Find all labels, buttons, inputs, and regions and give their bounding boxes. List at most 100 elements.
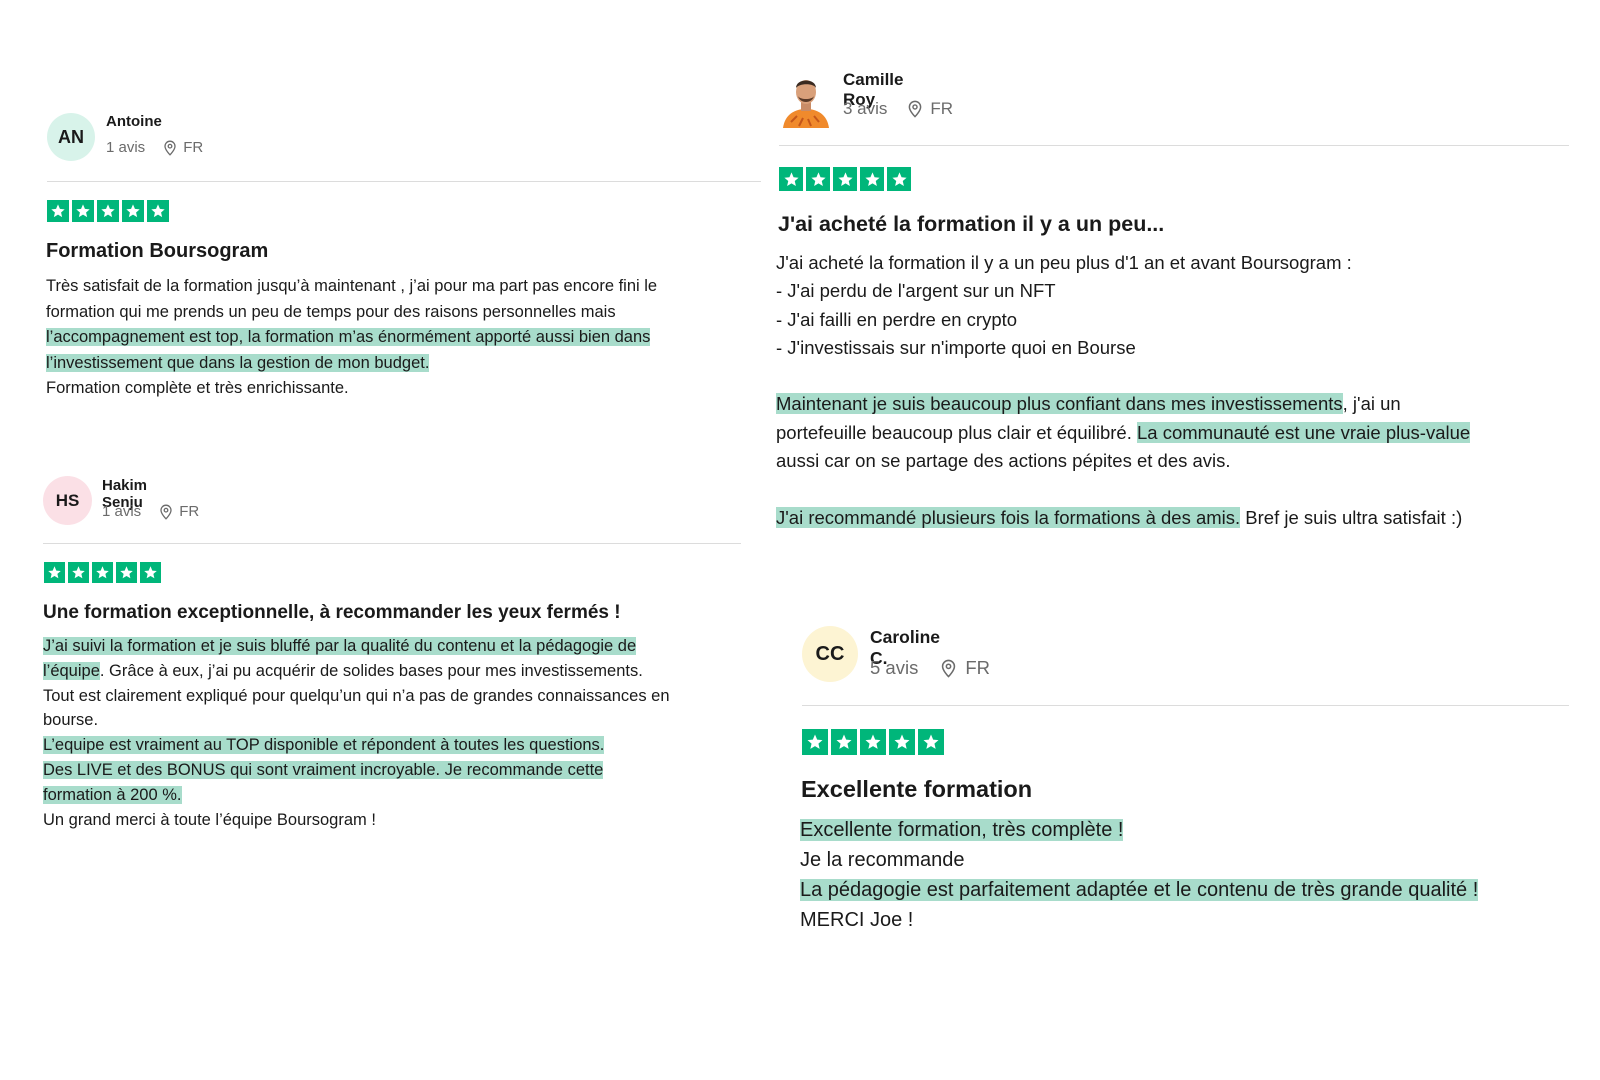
review-body: Très satisfait de la formation jusqu’à m… bbox=[46, 274, 657, 402]
review-text: Formation complète et très enrichissante… bbox=[46, 379, 349, 397]
star-icon bbox=[97, 200, 119, 222]
review-text: Je la recommande bbox=[800, 849, 965, 871]
review-text-line: MERCI Joe ! bbox=[800, 905, 1478, 935]
star-icon bbox=[92, 562, 113, 583]
review-text: Un grand merci à toute l’équipe Boursogr… bbox=[43, 810, 376, 829]
reviewer-country: FR bbox=[183, 139, 204, 156]
avatar: CC bbox=[802, 626, 858, 682]
review-text: bourse. bbox=[43, 711, 99, 730]
reviewer-country: FR bbox=[965, 657, 990, 678]
review-body: J'ai acheté la formation il y a un peu p… bbox=[776, 249, 1471, 532]
avatar: AN bbox=[47, 113, 95, 161]
reviewer-name[interactable]: Antoine bbox=[106, 113, 162, 130]
star-icon bbox=[68, 562, 89, 583]
star-icon bbox=[887, 167, 911, 191]
highlighted-text: Des LIVE et des BONUS qui sont vraiment … bbox=[43, 760, 604, 779]
star-rating bbox=[802, 729, 944, 755]
review-text-line: Des LIVE et des BONUS qui sont vraiment … bbox=[43, 758, 670, 783]
review-count: 5 avis bbox=[870, 657, 919, 678]
review-title[interactable]: Excellente formation bbox=[801, 776, 1032, 803]
review-text-line: J’ai suivi la formation et je suis bluff… bbox=[43, 634, 670, 659]
star-icon bbox=[72, 200, 94, 222]
review-text-line: La pédagogie est parfaitement adaptée et… bbox=[800, 875, 1479, 905]
review-count: 3 avis bbox=[843, 99, 888, 118]
map-pin-icon bbox=[940, 659, 957, 678]
reviewer-meta: 5 avis FR bbox=[870, 657, 990, 679]
avatar bbox=[779, 70, 833, 128]
divider bbox=[802, 705, 1569, 706]
reviewer-meta: 1 avis FR bbox=[106, 139, 203, 156]
map-pin-icon bbox=[907, 100, 923, 118]
star-icon bbox=[147, 200, 169, 222]
review-text-line: L’equipe est vraiment au TOP disponible … bbox=[43, 733, 670, 758]
highlighted-text: l’accompagnement est top, la formation m… bbox=[46, 328, 651, 346]
star-icon bbox=[47, 200, 69, 222]
review-text: , j'ai un bbox=[1342, 393, 1401, 415]
review-text: . Grâce à eux, j’ai pu acquérir de solid… bbox=[99, 661, 643, 680]
review-text-line: - J'ai perdu de l'argent sur un NFT bbox=[776, 277, 1470, 305]
review-body: Excellente formation, très complète ! Je … bbox=[800, 815, 1479, 935]
reviewer-meta: 1 avis FR bbox=[102, 503, 199, 520]
highlighted-text: La communauté est une vraie plus-value bbox=[1136, 421, 1471, 443]
review-text-line: Un grand merci à toute l’équipe Boursogr… bbox=[43, 808, 670, 833]
review-text-line: J'ai acheté la formation il y a un peu p… bbox=[776, 249, 1470, 277]
star-icon bbox=[833, 167, 857, 191]
review-text-line: Maintenant je suis beaucoup plus confian… bbox=[776, 390, 1470, 418]
review-text: aussi car on se partage des actions pépi… bbox=[776, 450, 1231, 472]
highlighted-text: formation à 200 %. bbox=[43, 785, 182, 804]
map-pin-icon bbox=[159, 504, 173, 520]
review-text: MERCI Joe ! bbox=[800, 909, 914, 931]
review-text: Tout est clairement expliqué pour quelqu… bbox=[43, 686, 670, 705]
star-icon bbox=[116, 562, 137, 583]
highlighted-text: J’ai suivi la formation et je suis bluff… bbox=[43, 637, 637, 655]
avatar-initials: HS bbox=[55, 490, 80, 510]
review-text-line: Tout est clairement expliqué pour quelqu… bbox=[43, 684, 670, 709]
reviewer-country: FR bbox=[930, 99, 954, 118]
divider bbox=[47, 181, 761, 182]
star-icon bbox=[806, 167, 830, 191]
star-icon bbox=[779, 167, 803, 191]
review-text: Très satisfait de la formation jusqu’à m… bbox=[46, 277, 658, 295]
review-text-line: bourse. bbox=[43, 708, 670, 733]
highlighted-text: l’équipe bbox=[43, 661, 100, 680]
divider bbox=[43, 543, 741, 544]
avatar-initials: CC bbox=[815, 642, 845, 665]
review-title[interactable]: Formation Boursogram bbox=[46, 240, 268, 263]
review-text-line: l’accompagnement est top, la formation m… bbox=[46, 325, 657, 351]
review-text-line bbox=[776, 362, 1470, 390]
review-text: formation qui me prends un peu de temps … bbox=[46, 302, 616, 321]
highlighted-text: La pédagogie est parfaitement adaptée et… bbox=[800, 879, 1479, 901]
star-icon bbox=[122, 200, 144, 222]
review-text-line: Très satisfait de la formation jusqu’à m… bbox=[46, 274, 657, 300]
review-text-line: - J'ai failli en perdre en crypto bbox=[776, 306, 1470, 334]
star-icon bbox=[802, 729, 828, 755]
avatar-initials: AN bbox=[58, 126, 84, 147]
highlighted-text: J'ai recommandé plusieurs fois la format… bbox=[776, 506, 1241, 528]
review-text: - J'ai failli en perdre en crypto bbox=[776, 308, 1018, 330]
divider bbox=[779, 145, 1569, 146]
review-title[interactable]: Une formation exceptionnelle, à recomman… bbox=[43, 602, 621, 624]
star-rating bbox=[47, 200, 169, 222]
star-icon bbox=[831, 729, 857, 755]
star-icon bbox=[918, 729, 944, 755]
review-text-line: l’équipe. Grâce à eux, j’ai pu acquérir … bbox=[43, 659, 670, 684]
highlighted-text: Maintenant je suis beaucoup plus confian… bbox=[776, 393, 1343, 415]
review-text-line: portefeuille beaucoup plus clair et équi… bbox=[776, 419, 1471, 447]
review-body: J’ai suivi la formation et je suis bluff… bbox=[43, 634, 670, 832]
review-count: 1 avis bbox=[106, 139, 146, 156]
avatar: HS bbox=[43, 476, 92, 525]
reviewer-country: FR bbox=[179, 503, 200, 520]
reviewer-meta: 3 avis FR bbox=[843, 99, 953, 119]
review-text: - J'investissais sur n'importe quoi en B… bbox=[776, 336, 1136, 358]
review-text: - J'ai perdu de l'argent sur un NFT bbox=[776, 280, 1056, 302]
review-text-line: formation qui me prends un peu de temps … bbox=[46, 300, 657, 326]
star-icon bbox=[860, 729, 886, 755]
review-text-line: aussi car on se partage des actions pépi… bbox=[776, 447, 1470, 475]
review-text-line: J'ai recommandé plusieurs fois la format… bbox=[776, 504, 1470, 532]
review-count: 1 avis bbox=[102, 503, 142, 520]
review-title[interactable]: J'ai acheté la formation il y a un peu..… bbox=[778, 212, 1164, 237]
highlighted-text: l’investissement que dans la gestion de … bbox=[46, 353, 430, 372]
star-rating bbox=[779, 167, 911, 191]
review-text-line bbox=[776, 475, 1470, 503]
map-pin-icon bbox=[163, 140, 177, 156]
